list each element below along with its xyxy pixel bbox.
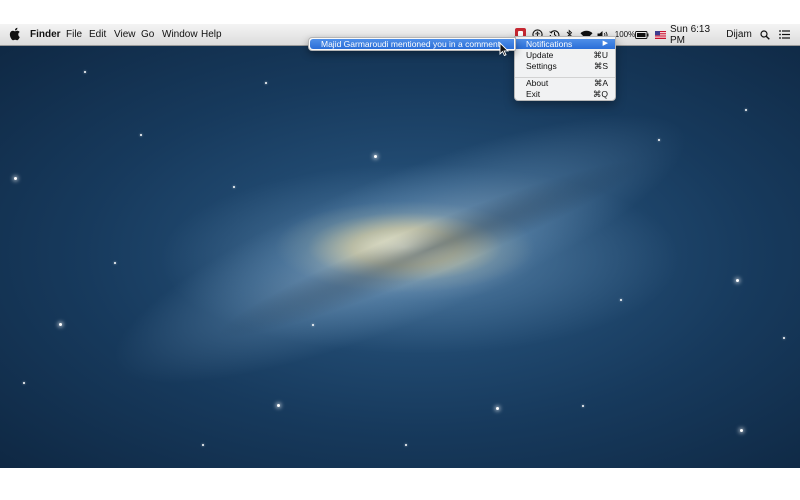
flag-icon[interactable] xyxy=(654,27,666,42)
clock-datetime[interactable]: Sun 6:13 PM xyxy=(670,24,722,46)
star xyxy=(496,407,499,410)
menu-edit[interactable]: Edit xyxy=(89,28,106,41)
user-name[interactable]: Dijam xyxy=(726,27,752,42)
star xyxy=(740,429,743,432)
spotlight-icon[interactable] xyxy=(760,27,770,42)
notification-item[interactable]: Majid Garmaroudi mentioned you in a comm… xyxy=(310,39,514,49)
star xyxy=(405,444,407,446)
menu-item-label: Exit xyxy=(526,89,541,99)
notification-text: Majid Garmaroudi mentioned you in a comm… xyxy=(321,39,501,49)
star xyxy=(582,405,584,407)
star xyxy=(312,324,314,326)
star xyxy=(23,382,25,384)
menu-item-label: Notifications xyxy=(526,39,573,49)
menu-help[interactable]: Help xyxy=(201,28,222,41)
star xyxy=(140,134,142,136)
menu-app-name[interactable]: Finder xyxy=(30,28,61,41)
menu-item-notifications[interactable]: Notifications ▶ xyxy=(515,39,615,49)
battery-percent[interactable]: 100% xyxy=(615,27,635,42)
battery-icon[interactable] xyxy=(635,27,649,42)
star xyxy=(202,444,204,446)
star xyxy=(84,71,86,73)
menu-file[interactable]: File xyxy=(66,28,82,41)
menu-item-about[interactable]: About ⌘A xyxy=(515,78,615,88)
star xyxy=(265,82,267,84)
menu-item-label: About xyxy=(526,78,549,88)
menu-item-settings[interactable]: Settings ⌘S xyxy=(515,61,615,71)
star xyxy=(277,404,280,407)
app-dropdown-menu: Notifications ▶ Update ⌘U Settings ⌘S Ab… xyxy=(514,36,616,101)
star xyxy=(620,299,622,301)
menu-view[interactable]: View xyxy=(114,28,136,41)
desktop-wallpaper xyxy=(0,24,800,468)
notification-center-icon[interactable] xyxy=(778,27,790,42)
star xyxy=(783,337,785,339)
star xyxy=(736,279,739,282)
menu-item-shortcut: ⌘U xyxy=(593,50,608,60)
star xyxy=(374,155,377,158)
bottom-padding xyxy=(0,468,800,500)
menu-item-label: Update xyxy=(526,50,554,60)
menu-item-shortcut: ⌘A xyxy=(593,78,608,88)
menu-window[interactable]: Window xyxy=(162,28,198,41)
menu-go[interactable]: Go xyxy=(141,28,154,41)
star xyxy=(114,262,116,264)
notifications-submenu: Majid Garmaroudi mentioned you in a comm… xyxy=(308,37,516,51)
submenu-arrow-icon: ▶ xyxy=(602,40,608,47)
mouse-cursor-icon xyxy=(499,42,509,56)
star xyxy=(745,109,747,111)
menu-item-exit[interactable]: Exit ⌘Q xyxy=(515,89,615,99)
star xyxy=(59,323,62,326)
menu-item-shortcut: ⌘S xyxy=(593,61,608,71)
menu-item-label: Settings xyxy=(526,61,557,71)
star xyxy=(14,177,17,180)
star xyxy=(233,186,235,188)
menu-item-update[interactable]: Update ⌘U xyxy=(515,50,615,60)
menu-item-shortcut: ⌘Q xyxy=(592,89,608,99)
star xyxy=(658,139,660,141)
apple-icon[interactable] xyxy=(9,27,22,41)
